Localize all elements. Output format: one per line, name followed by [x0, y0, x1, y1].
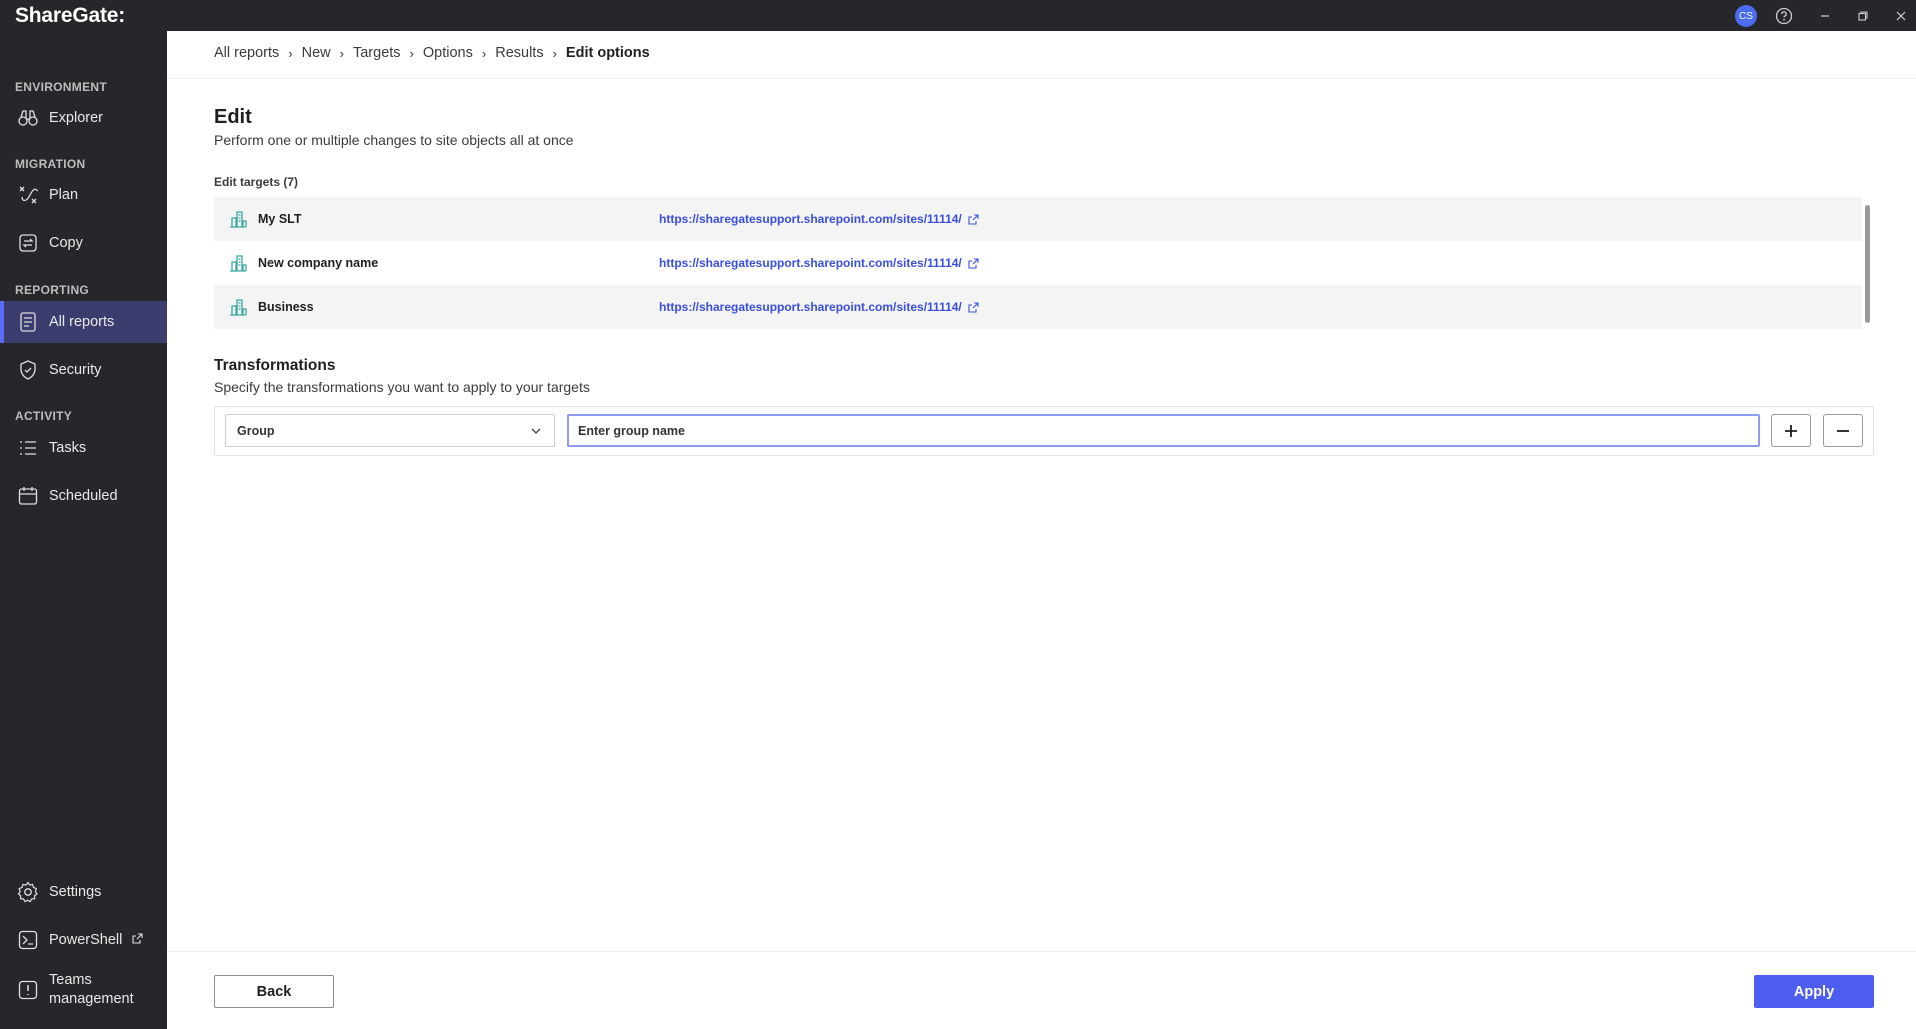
sidebar-item-tasks[interactable]: Tasks — [0, 427, 167, 469]
chevron-right-icon: › — [339, 45, 344, 61]
target-row: Business https://sharegatesupport.sharep… — [214, 285, 1862, 329]
user-avatar[interactable]: CS — [1735, 5, 1757, 27]
sidebar-item-label: Plan — [49, 187, 79, 203]
target-name: New company name — [258, 256, 379, 270]
breadcrumb-targets[interactable]: Targets — [353, 45, 401, 61]
breadcrumb-new[interactable]: New — [302, 45, 331, 61]
sidebar-item-security[interactable]: Security — [0, 349, 167, 391]
site-icon — [228, 209, 248, 229]
sidebar-item-label: Explorer — [49, 110, 103, 126]
app-logo: ShareGate: — [15, 4, 126, 27]
sidebar-item-label: Settings — [49, 884, 102, 900]
transformations-subtitle: Specify the transformations you want to … — [214, 379, 590, 395]
minimize-icon[interactable] — [1810, 0, 1840, 31]
back-button[interactable]: Back — [214, 975, 334, 1008]
breadcrumb-results[interactable]: Results — [495, 45, 543, 61]
group-name-input[interactable] — [567, 414, 1760, 447]
help-icon[interactable] — [1772, 0, 1796, 31]
chevron-down-icon — [531, 428, 541, 434]
sidebar-item-explorer[interactable]: Explorer — [0, 97, 167, 139]
external-link-icon — [968, 213, 979, 225]
sidebar-item-powershell[interactable]: PowerShell — [0, 919, 167, 961]
apply-button[interactable]: Apply — [1754, 975, 1874, 1008]
section-reporting: REPORTING — [15, 283, 90, 297]
remove-transformation-button[interactable] — [1823, 414, 1863, 447]
sidebar-item-label: Scheduled — [49, 488, 118, 504]
binoculars-icon — [17, 107, 39, 129]
sidebar-item-label: Tasks — [49, 440, 87, 456]
page-subtitle: Perform one or multiple changes to site … — [214, 132, 574, 148]
breadcrumb-options[interactable]: Options — [423, 45, 473, 61]
sidebar-item-plan[interactable]: Plan — [0, 174, 167, 216]
external-link-icon — [968, 257, 979, 269]
terminal-icon — [17, 929, 39, 951]
target-name: Business — [258, 300, 314, 314]
targets-label: Edit targets (7) — [214, 175, 299, 189]
chevron-right-icon: › — [409, 45, 414, 61]
sidebar-item-label: Teams management — [49, 972, 134, 1007]
target-name: My SLT — [258, 212, 302, 226]
shield-icon — [17, 359, 39, 381]
close-icon[interactable] — [1886, 0, 1916, 31]
calendar-icon — [17, 485, 39, 507]
sidebar-item-label: Security — [49, 362, 102, 378]
breadcrumb: All reports › New › Targets › Options › Resu… — [214, 45, 650, 61]
external-link-icon — [968, 301, 979, 313]
copy-icon — [17, 232, 39, 254]
teams-icon — [17, 979, 39, 1001]
target-url-link[interactable]: https://sharegatesupport.sharepoint.com/… — [659, 212, 979, 226]
target-url-link[interactable]: https://sharegatesupport.sharepoint.com/… — [659, 256, 979, 270]
scrollbar-thumb[interactable] — [1865, 205, 1870, 323]
restore-icon[interactable] — [1848, 0, 1878, 31]
sidebar-item-scheduled[interactable]: Scheduled — [0, 475, 167, 517]
select-value: Group — [237, 423, 275, 438]
add-transformation-button[interactable] — [1771, 414, 1811, 447]
sidebar-item-copy[interactable]: Copy — [0, 222, 167, 264]
divider — [167, 951, 1916, 952]
sidebar-item-label: Copy — [49, 235, 83, 251]
sidebar-item-label: All reports — [49, 314, 115, 330]
chevron-right-icon: › — [552, 45, 557, 61]
minus-icon — [1837, 429, 1849, 432]
tasks-icon — [17, 437, 39, 459]
breadcrumb-current: Edit options — [565, 45, 650, 61]
section-migration: MIGRATION — [15, 157, 86, 171]
plan-icon — [17, 184, 39, 206]
sidebar-item-all-reports[interactable]: All reports — [0, 301, 167, 343]
sidebar-item-label: PowerShell — [49, 932, 143, 948]
section-activity: ACTIVITY — [15, 409, 73, 423]
title-bar: ShareGate: CS — [0, 0, 1916, 31]
chevron-right-icon: › — [288, 45, 293, 61]
target-row: My SLT https://sharegatesupport.sharepoi… — [214, 197, 1862, 241]
gear-icon — [17, 881, 39, 903]
site-icon — [228, 253, 248, 273]
target-row: New company name https://sharegatesuppor… — [214, 241, 1862, 285]
target-url-link[interactable]: https://sharegatesupport.sharepoint.com/… — [659, 300, 979, 314]
chevron-right-icon: › — [481, 45, 487, 61]
external-link-icon — [132, 933, 143, 944]
sidebar-item-teams-management[interactable]: Teams management — [0, 968, 167, 1012]
transformations-title: Transformations — [214, 357, 336, 374]
page-title: Edit — [214, 106, 252, 128]
plus-icon — [1785, 424, 1797, 437]
sidebar: ENVIRONMENT Explorer MIGRATION Plan Copy… — [0, 31, 167, 1029]
transformation-type-select[interactable]: Group — [225, 414, 555, 447]
site-icon — [228, 297, 248, 317]
breadcrumb-all-reports[interactable]: All reports — [214, 45, 279, 61]
sidebar-item-settings[interactable]: Settings — [0, 871, 167, 913]
section-environment: ENVIRONMENT — [15, 80, 107, 94]
divider — [167, 78, 1916, 79]
report-icon — [17, 311, 39, 333]
